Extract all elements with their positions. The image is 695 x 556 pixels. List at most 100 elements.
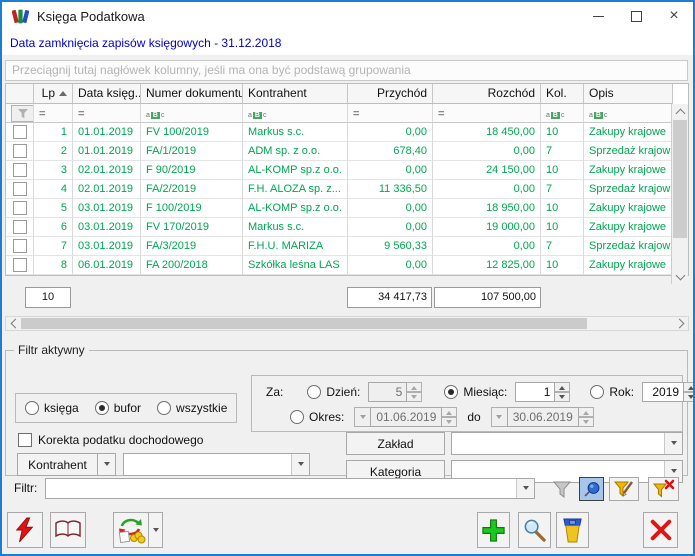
- kontrahent-dropdown-button[interactable]: [97, 453, 116, 476]
- table-row[interactable]: 503.01.2019F 100/2019AL-KOMP sp.z o.o.0,…: [6, 199, 688, 218]
- spin-down-icon[interactable]: [684, 392, 695, 402]
- renumber-dropdown-button[interactable]: [148, 512, 163, 548]
- row-checkbox[interactable]: [13, 163, 27, 177]
- row-checkbox[interactable]: [13, 258, 27, 272]
- spin-up-icon[interactable]: [407, 382, 422, 392]
- delete-record-button[interactable]: [556, 512, 589, 548]
- kontrahent-combo[interactable]: [123, 453, 310, 476]
- spin-down-icon[interactable]: [407, 392, 422, 402]
- column-header-przychod[interactable]: Przychód: [348, 84, 433, 104]
- okres-to-field[interactable]: 30.06.2019: [491, 407, 594, 427]
- table-row[interactable]: 402.01.2019FA/2/2019F.H. ALOZA sp. z...1…: [6, 180, 688, 199]
- okres-to-value[interactable]: 30.06.2019: [507, 407, 579, 427]
- miesiac-value[interactable]: 1: [515, 382, 555, 402]
- column-header-numer[interactable]: Numer dokumentu: [141, 84, 243, 104]
- column-header-kol[interactable]: Kol.: [541, 84, 584, 104]
- scroll-left-button[interactable]: [6, 317, 21, 330]
- filter-row-funnel-button[interactable]: [11, 105, 34, 122]
- scroll-up-button[interactable]: [672, 104, 688, 119]
- table-row[interactable]: 101.01.2019FV 100/2019Markus s.c.0,0018 …: [6, 123, 688, 142]
- close-button[interactable]: ×: [655, 2, 693, 30]
- clear-filter-button[interactable]: [648, 477, 679, 501]
- vertical-scroll-thumb[interactable]: [673, 120, 687, 238]
- radio-ksiega[interactable]: księga: [25, 401, 79, 415]
- filter-cell-kol[interactable]: aBc: [541, 104, 584, 123]
- spin-up-icon[interactable]: [442, 407, 457, 417]
- combo-dropdown-icon[interactable]: [664, 433, 682, 454]
- spin-down-icon[interactable]: [579, 417, 594, 427]
- radio-rok[interactable]: Rok:: [590, 385, 634, 399]
- column-header-data[interactable]: Data księg...: [73, 84, 141, 104]
- view-record-button[interactable]: [518, 512, 551, 548]
- filter-cell-lp[interactable]: =: [34, 104, 73, 123]
- add-record-button[interactable]: [477, 512, 510, 548]
- row-checkbox[interactable]: [13, 182, 27, 196]
- filter-cell-przychod[interactable]: =: [348, 104, 433, 123]
- table-row[interactable]: 703.01.2019FA/3/2019F.H.U. MARIZA9 560,3…: [6, 237, 688, 256]
- maximize-button[interactable]: [617, 2, 655, 30]
- kontrahent-button[interactable]: Kontrahent: [17, 453, 98, 476]
- column-header-rozchod[interactable]: Rozchód: [433, 84, 541, 104]
- korekta-checkbox[interactable]: Korekta podatku dochodowego: [18, 433, 203, 447]
- rok-value[interactable]: 2019: [642, 382, 684, 402]
- zaklad-button[interactable]: Zakład: [346, 432, 445, 455]
- radio-wszystkie[interactable]: wszystkie: [157, 401, 227, 415]
- edit-filter-button[interactable]: [609, 477, 639, 501]
- kontrahent-combo-value[interactable]: [124, 454, 291, 475]
- filter-cell-kontrahent[interactable]: aBc: [243, 104, 348, 123]
- table-row[interactable]: 201.01.2019FA/1/2019ADM sp. z o.o.678,40…: [6, 142, 688, 161]
- table-row[interactable]: 806.01.2019FA 200/2018Szkółka leśna LAS0…: [6, 256, 688, 275]
- radio-miesiac-circle: [444, 385, 458, 399]
- filtr-combo-value[interactable]: [46, 479, 516, 498]
- row-checkbox[interactable]: [13, 239, 27, 253]
- close-window-button[interactable]: [643, 512, 678, 548]
- column-header-select[interactable]: [6, 84, 34, 104]
- spin-up-icon[interactable]: [579, 407, 594, 417]
- combo-dropdown-icon[interactable]: [516, 479, 534, 498]
- radio-bufor[interactable]: bufor: [95, 401, 141, 415]
- combo-dropdown-icon[interactable]: [291, 454, 309, 475]
- row-checkbox[interactable]: [13, 144, 27, 158]
- table-row[interactable]: 603.01.2019FV 170/2019Markus s.c.0,0019 …: [6, 218, 688, 237]
- radio-miesiac[interactable]: Miesiąc:: [444, 385, 507, 399]
- table-row[interactable]: 302.01.2019F 90/2019AL-KOMP sp.z o.o.0,0…: [6, 161, 688, 180]
- quick-post-button[interactable]: [7, 512, 43, 548]
- radio-okres[interactable]: Okres:: [290, 410, 344, 424]
- dzien-spinner[interactable]: 5: [368, 382, 422, 402]
- filter-cell-opis[interactable]: aBc: [584, 104, 673, 123]
- rok-spinner[interactable]: 2019: [642, 382, 695, 402]
- zaklad-combo[interactable]: [451, 432, 683, 455]
- row-checkbox[interactable]: [13, 220, 27, 234]
- column-header-kontrahent[interactable]: Kontrahent: [243, 84, 348, 104]
- date-dropdown-icon[interactable]: [354, 407, 370, 427]
- okres-from-field[interactable]: 01.06.2019: [354, 407, 457, 427]
- horizontal-scrollbar[interactable]: [5, 316, 689, 331]
- filtr-combo[interactable]: [45, 478, 535, 499]
- renumber-button[interactable]: [113, 512, 149, 548]
- book-button[interactable]: [50, 512, 86, 548]
- spin-down-icon[interactable]: [442, 417, 457, 427]
- filter-cell-data[interactable]: =: [73, 104, 141, 123]
- column-header-lp[interactable]: Lp: [34, 84, 73, 104]
- scroll-right-button[interactable]: [673, 317, 688, 330]
- spin-up-icon[interactable]: [684, 382, 695, 392]
- scroll-down-button[interactable]: [672, 269, 688, 284]
- horizontal-scroll-thumb[interactable]: [21, 318, 587, 329]
- zaklad-combo-value[interactable]: [452, 433, 664, 454]
- vertical-scrollbar[interactable]: [671, 104, 688, 284]
- pin-filter-button[interactable]: [579, 477, 604, 501]
- row-checkbox[interactable]: [13, 125, 27, 139]
- okres-from-value[interactable]: 01.06.2019: [370, 407, 442, 427]
- column-header-opis[interactable]: Opis: [584, 84, 673, 104]
- row-checkbox[interactable]: [13, 201, 27, 215]
- miesiac-spinner[interactable]: 1: [515, 382, 570, 402]
- date-dropdown-icon[interactable]: [491, 407, 507, 427]
- spin-up-icon[interactable]: [555, 382, 570, 392]
- dzien-value[interactable]: 5: [368, 382, 407, 402]
- minimize-button[interactable]: [579, 2, 617, 30]
- radio-dzien[interactable]: Dzień:: [307, 385, 360, 399]
- spin-down-icon[interactable]: [555, 392, 570, 402]
- filter-cell-numer[interactable]: aBc: [141, 104, 243, 123]
- filter-cell-rozchod[interactable]: =: [433, 104, 541, 123]
- filter-funnel-button[interactable]: [548, 477, 576, 501]
